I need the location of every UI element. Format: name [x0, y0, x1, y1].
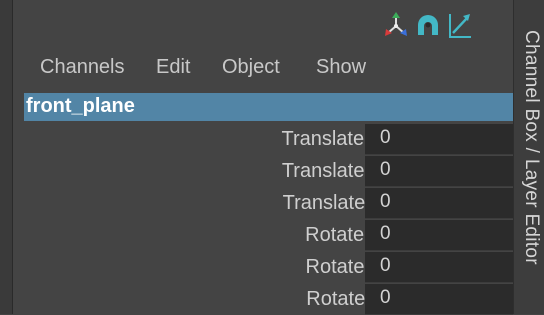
- channel-value: 0: [380, 255, 391, 276]
- channel-value-field[interactable]: 0: [365, 156, 513, 187]
- left-panel-strip: [0, 0, 13, 314]
- channel-value: 0: [380, 287, 391, 308]
- channel-row[interactable]: Rotate Y 0: [24, 252, 513, 283]
- channel-row[interactable]: Translate Z 0: [24, 188, 513, 219]
- channel-value: 0: [380, 159, 391, 180]
- channel-value: 0: [380, 191, 391, 212]
- channel-row[interactable]: Translate Y 0: [24, 156, 513, 187]
- channel-value: 0: [380, 127, 391, 148]
- channel-value-field[interactable]: 0: [365, 284, 513, 315]
- menu-show[interactable]: Show: [316, 56, 366, 79]
- side-tab-label: Channel Box / Layer Editor: [521, 30, 542, 265]
- channel-box-icon[interactable]: [414, 10, 442, 40]
- channel-value-field[interactable]: 0: [365, 124, 513, 155]
- layer-editor-icon[interactable]: [446, 10, 474, 40]
- channel-row[interactable]: Translate X 0: [24, 124, 513, 155]
- channel-row[interactable]: Rotate X 0: [24, 220, 513, 251]
- axis-transform-icon[interactable]: [382, 10, 410, 40]
- menu-object[interactable]: Object: [222, 56, 280, 79]
- channel-box-layer-editor-tab[interactable]: Channel Box / Layer Editor: [513, 0, 544, 314]
- channel-value-field[interactable]: 0: [365, 252, 513, 283]
- channel-value: 0: [380, 223, 391, 244]
- menu-edit[interactable]: Edit: [156, 56, 190, 79]
- channel-value-field[interactable]: 0: [365, 220, 513, 251]
- selected-object-row[interactable]: front_plane: [24, 93, 513, 121]
- menu-channels[interactable]: Channels: [40, 56, 125, 79]
- object-name: front_plane: [26, 95, 135, 117]
- channel-value-field[interactable]: 0: [365, 188, 513, 219]
- channel-row[interactable]: Rotate Z 0: [24, 284, 513, 315]
